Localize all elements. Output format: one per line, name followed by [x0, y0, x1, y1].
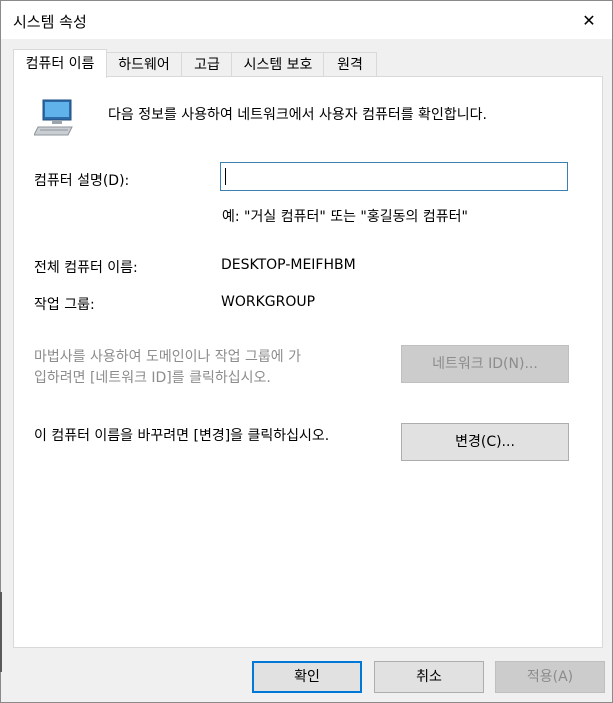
- computer-icon: [34, 99, 73, 136]
- computer-description-input[interactable]: [220, 162, 568, 191]
- network-id-note-line1: 마법사를 사용하여 도메인이나 작업 그룹에 가: [34, 349, 301, 365]
- tab-label: 시스템 보호: [243, 57, 313, 73]
- computer-name-panel: 다음 정보를 사용하여 네트워크에서 사용자 컴퓨터를 확인합니다. 컴퓨터 설…: [13, 76, 603, 648]
- cancel-button[interactable]: 취소: [374, 661, 484, 693]
- apply-button[interactable]: 적용(A): [495, 661, 605, 693]
- background-window-edge: [0, 592, 2, 672]
- tab-hardware[interactable]: 하드웨어: [105, 52, 183, 77]
- workgroup-label: 작업 그룹:: [34, 297, 95, 313]
- change-button[interactable]: 변경(C)...: [401, 423, 569, 461]
- tab-label: 원격: [337, 57, 363, 73]
- ok-button[interactable]: 확인: [252, 661, 362, 693]
- intro-text: 다음 정보를 사용하여 네트워크에서 사용자 컴퓨터를 확인합니다.: [108, 107, 487, 123]
- system-properties-window: 시스템 속성 ✕ 컴퓨터 이름 하드웨어 고급 시스템 보호 원격 다음 정보를…: [0, 0, 613, 703]
- close-icon: ✕: [582, 10, 596, 30]
- description-label: 컴퓨터 설명(D):: [34, 173, 130, 189]
- text-caret: [225, 168, 226, 185]
- tab-label: 컴퓨터 이름: [25, 56, 95, 72]
- close-button[interactable]: ✕: [566, 1, 612, 39]
- tab-advanced[interactable]: 고급: [181, 52, 233, 77]
- tab-remote[interactable]: 원격: [323, 52, 377, 77]
- tab-label: 고급: [194, 57, 220, 73]
- window-title: 시스템 속성: [13, 13, 87, 31]
- title-bar: 시스템 속성 ✕: [1, 1, 612, 39]
- tab-label: 하드웨어: [118, 57, 170, 73]
- workgroup-value: WORKGROUP: [221, 294, 316, 310]
- network-id-button[interactable]: 네트워크 ID(N)...: [401, 345, 569, 383]
- full-name-value: DESKTOP-MEIFHBM: [221, 257, 356, 273]
- tab-computer-name[interactable]: 컴퓨터 이름: [13, 49, 107, 78]
- tab-system-protection[interactable]: 시스템 보호: [231, 52, 325, 77]
- description-example: 예: "거실 컴퓨터" 또는 "홍길동의 컴퓨터": [222, 209, 468, 225]
- network-id-note-line2: 입하려면 [네트워크 ID]를 클릭하십시오.: [34, 370, 271, 386]
- rename-note: 이 컴퓨터 이름을 바꾸려면 [변경]을 클릭하십시오.: [34, 428, 330, 444]
- full-name-label: 전체 컴퓨터 이름:: [34, 260, 138, 276]
